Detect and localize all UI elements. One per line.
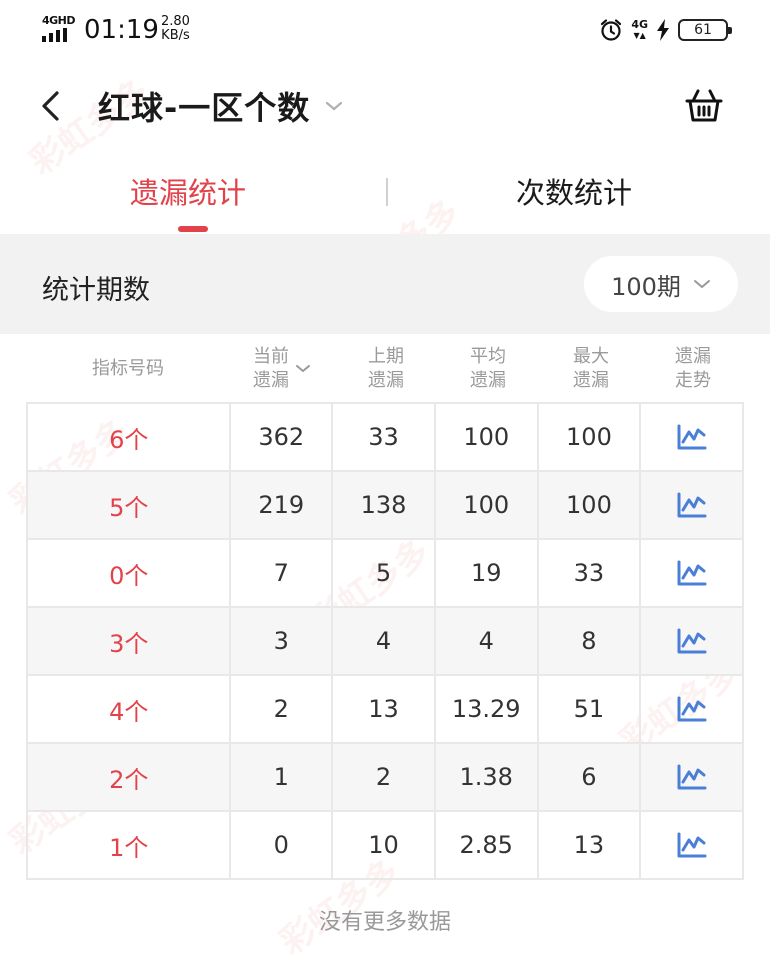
cell-last: 5 [333, 540, 436, 606]
battery-icon: 61 [678, 19, 732, 41]
omission-table: 6个 362 33 100 100 5个 219 138 100 100 0个 … [26, 402, 745, 880]
network-type: 4GHD [42, 14, 76, 27]
cell-last: 4 [333, 608, 436, 674]
cell-last: 2 [333, 744, 436, 810]
tab-omission-stats[interactable]: 遗漏统计 [130, 170, 246, 212]
header-last-omission: 上期 遗漏 [368, 346, 404, 391]
trend-chart-icon [677, 696, 707, 722]
trend-chart-icon [677, 492, 707, 518]
cell-last: 10 [333, 812, 436, 878]
cell-avg: 4 [436, 608, 539, 674]
cell-max: 8 [539, 608, 642, 674]
status-bar: 4GHD 01:19 2.80 KB/s 4G ▼▲ 61 [0, 0, 770, 62]
network-speed: 2.80 KB/s [161, 14, 190, 43]
basket-icon [685, 89, 723, 122]
table-row: 6个 362 33 100 100 [28, 404, 745, 472]
active-tab-indicator [178, 226, 208, 232]
table-row: 1个 0 10 2.85 13 [28, 812, 745, 880]
basket-button[interactable] [682, 84, 726, 128]
trend-chart-icon [677, 628, 707, 654]
page-title: 红球-一区个数 [98, 89, 311, 127]
cell-indicator: 3个 [28, 608, 232, 674]
table-row: 5个 219 138 100 100 [28, 472, 745, 540]
status-time: 01:19 [84, 15, 159, 45]
cell-max: 100 [539, 472, 642, 538]
cell-indicator: 5个 [28, 472, 232, 538]
trend-button[interactable] [641, 676, 745, 742]
network-4g-icon: 4G ▼▲ [631, 18, 648, 40]
chevron-left-icon [42, 91, 59, 121]
chevron-down-icon [326, 101, 343, 111]
cell-max: 100 [539, 404, 642, 470]
cellular-signal-icon: 4GHD [42, 14, 78, 44]
cell-indicator: 0个 [28, 540, 232, 606]
trend-chart-icon [677, 424, 707, 450]
table-row: 2个 1 2 1.38 6 [28, 744, 745, 812]
cell-current: 1 [231, 744, 334, 810]
table-row: 0个 7 5 19 33 [28, 540, 745, 608]
cell-indicator: 2个 [28, 744, 232, 810]
period-label: 统计期数 [42, 275, 150, 306]
trend-button[interactable] [641, 608, 745, 674]
cell-current: 219 [231, 472, 334, 538]
cell-avg: 2.85 [436, 812, 539, 878]
period-select[interactable]: 100期 [584, 256, 738, 312]
period-bar: 统计期数 100期 [0, 234, 770, 334]
cell-indicator: 1个 [28, 812, 232, 878]
cell-max: 33 [539, 540, 642, 606]
cell-current: 0 [231, 812, 334, 878]
cell-max: 6 [539, 744, 642, 810]
trend-button[interactable] [641, 744, 745, 810]
cell-avg: 13.29 [436, 676, 539, 742]
cell-current: 3 [231, 608, 334, 674]
trend-chart-icon [677, 832, 707, 858]
no-more-data-text: 没有更多数据 [318, 910, 451, 935]
tab-count-stats[interactable]: 次数统计 [516, 170, 632, 212]
cell-last: 13 [333, 676, 436, 742]
chevron-down-icon [693, 280, 710, 288]
cell-max: 13 [539, 812, 642, 878]
charging-icon [657, 19, 669, 41]
cell-current: 2 [231, 676, 334, 742]
title-dropdown[interactable]: 红球-一区个数 [98, 86, 344, 127]
cell-avg: 1.38 [436, 744, 539, 810]
cell-max: 51 [539, 676, 642, 742]
header-avg-omission: 平均 遗漏 [470, 346, 506, 391]
alarm-icon [601, 19, 622, 41]
trend-button[interactable] [641, 472, 745, 538]
cell-last: 138 [333, 472, 436, 538]
header-trend: 遗漏 走势 [675, 346, 711, 391]
cell-current: 7 [231, 540, 334, 606]
cell-avg: 100 [436, 472, 539, 538]
cell-avg: 100 [436, 404, 539, 470]
tab-divider [386, 178, 388, 206]
cell-last: 33 [333, 404, 436, 470]
sort-chevron-down-icon [296, 365, 310, 372]
period-value: 100期 [611, 272, 681, 301]
trend-button[interactable] [641, 812, 745, 878]
tab-bar: 遗漏统计 次数统计 [0, 152, 770, 234]
battery-level: 61 [694, 22, 712, 38]
table-row: 3个 3 4 4 8 [28, 608, 745, 676]
trend-button[interactable] [641, 540, 745, 606]
header-indicator: 指标号码 [92, 358, 164, 379]
trend-button[interactable] [641, 404, 745, 470]
back-button[interactable] [30, 86, 70, 126]
trend-chart-icon [677, 764, 707, 790]
cell-indicator: 6个 [28, 404, 232, 470]
header-current-omission[interactable]: 当前 遗漏 [230, 336, 334, 402]
trend-chart-icon [677, 560, 707, 586]
cell-avg: 19 [436, 540, 539, 606]
table-header: 指标号码 当前 遗漏 上期 遗漏 平均 遗漏 最大 遗漏 遗漏 走势 [26, 336, 744, 402]
app-header: 红球-一区个数 [0, 62, 770, 152]
header-max-omission: 最大 遗漏 [573, 346, 609, 391]
cell-current: 362 [231, 404, 334, 470]
cell-indicator: 4个 [28, 676, 232, 742]
table-row: 4个 2 13 13.29 51 [28, 676, 745, 744]
